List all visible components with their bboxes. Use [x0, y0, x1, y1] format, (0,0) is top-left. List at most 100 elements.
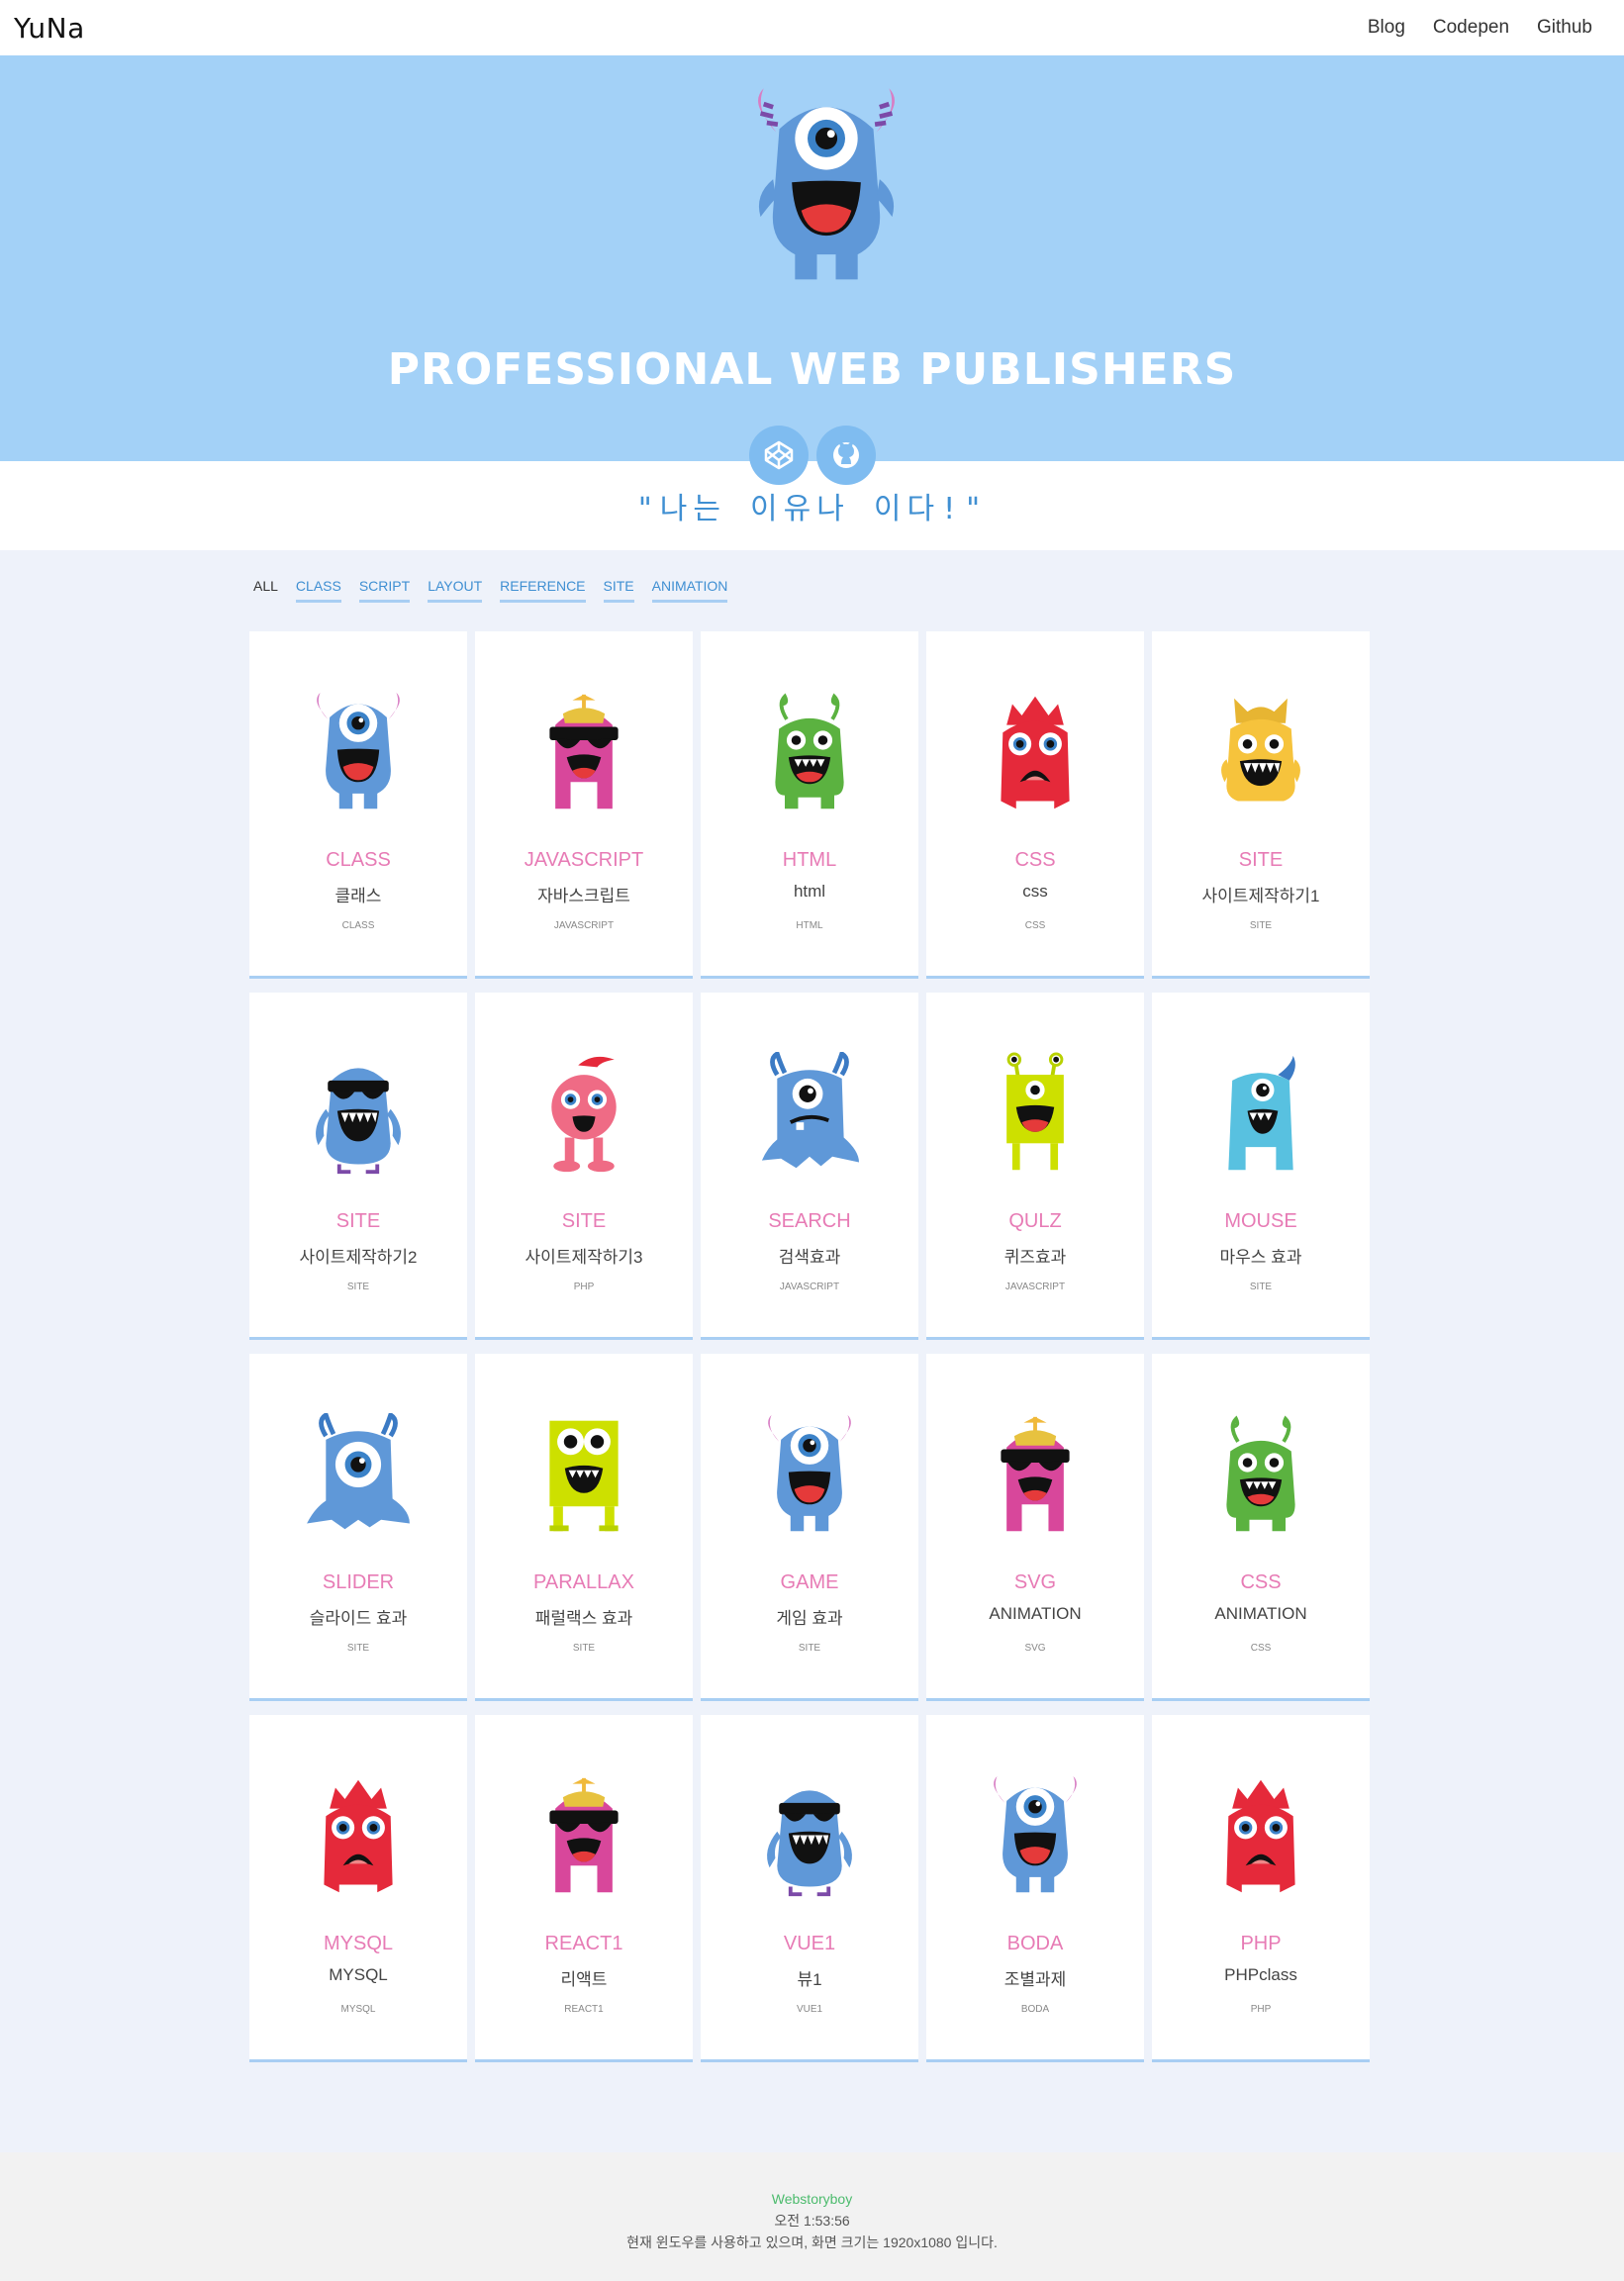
card-category-tag: JAVASCRIPT	[553, 920, 615, 931]
site-logo[interactable]: YuNa	[14, 12, 85, 45]
card-title[interactable]: BODA	[926, 1933, 1144, 1955]
card-category-tag: CLASS	[341, 920, 375, 931]
card-title[interactable]: SITE	[249, 1210, 467, 1233]
hero-title: PROFESSIONAL WEB PUBLISHERS	[387, 344, 1237, 395]
portfolio-card[interactable]: QULZ 퀴즈효과 JAVASCRIPT	[926, 993, 1144, 1340]
portfolio-card[interactable]: PARALLAX 패럴랙스 효과 SITE	[475, 1354, 693, 1701]
card-title[interactable]: SVG	[926, 1571, 1144, 1594]
portfolio-card[interactable]: JAVASCRIPT 자바스크립트 JAVASCRIPT	[475, 631, 693, 979]
monster-image	[976, 1052, 1095, 1176]
monster-image	[299, 1052, 418, 1176]
portfolio-card[interactable]: PHP PHPclass PHP	[1152, 1715, 1370, 2062]
card-title[interactable]: JAVASCRIPT	[475, 849, 693, 872]
card-title[interactable]: GAME	[701, 1571, 918, 1594]
portfolio-card[interactable]: BODA 조별과제 BODA	[926, 1715, 1144, 2062]
card-subtitle: MYSQL	[329, 1965, 388, 1984]
card-category-tag: SITE	[346, 1643, 370, 1654]
card-category-tag: SITE	[346, 1282, 370, 1292]
card-title[interactable]: REACT1	[475, 1933, 693, 1955]
github-icon[interactable]	[815, 426, 876, 485]
monster-image	[976, 1413, 1095, 1537]
portfolio-card[interactable]: REACT1 리액트 REACT1	[475, 1715, 693, 2062]
monster-image	[976, 691, 1095, 814]
card-category-tag: CSS	[1250, 1643, 1272, 1654]
top-navbar: YuNa Blog Codepen Github	[0, 0, 1624, 55]
footer-brand[interactable]: Webstoryboy	[0, 2188, 1624, 2210]
card-subtitle: 마우스 효과	[1219, 1248, 1302, 1267]
card-category-tag: SITE	[572, 1643, 596, 1654]
monster-image	[299, 1411, 418, 1537]
codepen-icon[interactable]	[748, 426, 809, 485]
card-title[interactable]: MYSQL	[249, 1933, 467, 1955]
filter-reference[interactable]: REFERENCE	[500, 578, 586, 603]
hero-social-links	[0, 426, 1624, 485]
nav-github-link[interactable]: Github	[1537, 17, 1592, 39]
hero-monster-image	[758, 88, 895, 280]
card-title[interactable]: PARALLAX	[475, 1571, 693, 1594]
card-category-tag: JAVASCRIPT	[779, 1282, 840, 1292]
card-subtitle: ANIMATION	[989, 1604, 1082, 1623]
card-title[interactable]: CLASS	[249, 849, 467, 872]
card-category-tag: HTML	[796, 920, 823, 931]
portfolio-card[interactable]: CSS ANIMATION CSS	[1152, 1354, 1370, 1701]
monster-image	[750, 1050, 869, 1176]
card-title[interactable]: SEARCH	[701, 1210, 918, 1233]
portfolio-card[interactable]: CLASS 클래스 CLASS	[249, 631, 467, 979]
card-subtitle: 검색효과	[778, 1248, 841, 1267]
card-subtitle: html	[793, 882, 826, 901]
card-title[interactable]: VUE1	[701, 1933, 918, 1955]
portfolio-card[interactable]: MOUSE 마우스 효과 SITE	[1152, 993, 1370, 1340]
filter-script[interactable]: SCRIPT	[358, 578, 411, 603]
portfolio-card[interactable]: SITE 사이트제작하기1 SITE	[1152, 631, 1370, 979]
nav-codepen-link[interactable]: Codepen	[1433, 17, 1509, 39]
monster-image	[750, 691, 869, 814]
monster-image	[525, 691, 643, 814]
portfolio-card[interactable]: SEARCH 검색효과 JAVASCRIPT	[701, 993, 918, 1340]
card-subtitle: 슬라이드 효과	[309, 1609, 408, 1628]
card-title[interactable]: MOUSE	[1152, 1210, 1370, 1233]
card-category-tag: SITE	[1249, 1282, 1273, 1292]
monster-image	[525, 1413, 643, 1537]
nav-blog-link[interactable]: Blog	[1368, 17, 1405, 39]
top-nav: Blog Codepen Github	[1368, 17, 1592, 39]
portfolio-card[interactable]: VUE1 뷰1 VUE1	[701, 1715, 918, 2062]
portfolio-card[interactable]: HTML html HTML	[701, 631, 918, 979]
card-title[interactable]: CSS	[1152, 1571, 1370, 1594]
portfolio-card[interactable]: SLIDER 슬라이드 효과 SITE	[249, 1354, 467, 1701]
footer-clock: 오전 1:53:56	[774, 2213, 850, 2229]
card-title[interactable]: PHP	[1152, 1933, 1370, 1955]
card-category-tag: BODA	[1020, 2004, 1050, 2015]
card-title[interactable]: SITE	[475, 1210, 693, 1233]
portfolio-card[interactable]: MYSQL MYSQL MYSQL	[249, 1715, 467, 2062]
card-title[interactable]: HTML	[701, 849, 918, 872]
portfolio-card[interactable]: SITE 사이트제작하기3 PHP	[475, 993, 693, 1340]
portfolio-card[interactable]: CSS css CSS	[926, 631, 1144, 979]
card-subtitle: 패럴랙스 효과	[534, 1609, 633, 1628]
card-category-tag: JAVASCRIPT	[1004, 1282, 1066, 1292]
footer: Webstoryboy 오전 1:53:56 현재 윈도우를 사용하고 있으며,…	[0, 2152, 1624, 2281]
card-category-tag: PHP	[573, 1282, 595, 1292]
filter-site[interactable]: SITE	[603, 578, 634, 603]
portfolio-card[interactable]: SVG ANIMATION SVG	[926, 1354, 1144, 1701]
filter-class[interactable]: CLASS	[295, 578, 341, 603]
card-subtitle: 사이트제작하기3	[525, 1248, 643, 1267]
card-title[interactable]: CSS	[926, 849, 1144, 872]
filter-layout[interactable]: LAYOUT	[428, 578, 483, 603]
card-subtitle: css	[1022, 882, 1048, 901]
footer-screen-info: 현재 윈도우를 사용하고 있으며, 화면 크기는 1920x1080 입니다.	[626, 2234, 998, 2250]
portfolio-grid: CLASS 클래스 CLASS JAVASCRIPT 자바스크립트 JAVASCRIPT…	[249, 631, 1370, 2062]
card-category-tag: CSS	[1024, 920, 1046, 931]
card-title[interactable]: SLIDER	[249, 1571, 467, 1594]
card-subtitle: 게임 효과	[776, 1609, 843, 1628]
monster-image	[1201, 691, 1320, 814]
card-category-tag: SITE	[798, 1643, 821, 1654]
card-title[interactable]: SITE	[1152, 849, 1370, 872]
filter-all[interactable]: ALL	[253, 578, 278, 603]
filter-animation[interactable]: ANIMATION	[651, 578, 728, 603]
card-category-tag: VUE1	[796, 2004, 823, 2015]
card-title[interactable]: QULZ	[926, 1210, 1144, 1233]
card-category-tag: SITE	[1249, 920, 1273, 931]
portfolio-card[interactable]: GAME 게임 효과 SITE	[701, 1354, 918, 1701]
card-subtitle: 리액트	[560, 1970, 608, 1989]
portfolio-card[interactable]: SITE 사이트제작하기2 SITE	[249, 993, 467, 1340]
